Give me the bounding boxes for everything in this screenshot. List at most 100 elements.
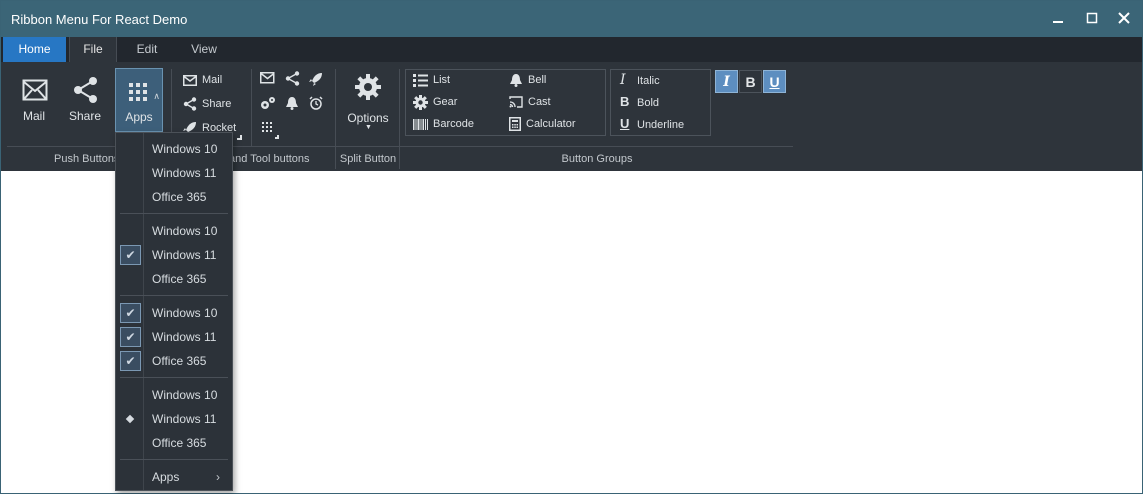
tool-mail-button[interactable] bbox=[260, 72, 278, 90]
maximize-icon bbox=[1086, 12, 1098, 24]
list-label: List bbox=[433, 74, 451, 86]
barcode-label: Barcode bbox=[433, 118, 474, 130]
check-icon: ✔ bbox=[120, 303, 141, 323]
menu-item-windows-11[interactable]: Windows 11 bbox=[116, 161, 232, 185]
tab-edit[interactable]: Edit bbox=[125, 37, 169, 62]
chevron-right-icon: › bbox=[216, 470, 220, 484]
gear-button[interactable]: Gear bbox=[413, 92, 457, 112]
title-bar: Ribbon Menu For React Demo bbox=[1, 1, 1142, 37]
check-icon: ✔ bbox=[120, 245, 141, 265]
italic-button[interactable]: I Italic bbox=[620, 70, 660, 90]
tool-alarm-button[interactable] bbox=[309, 96, 327, 114]
tool-gears-button[interactable] bbox=[260, 96, 278, 114]
check-icon: ✔ bbox=[120, 351, 141, 371]
menu-separator bbox=[120, 295, 228, 296]
group-separator bbox=[399, 69, 400, 169]
share-button[interactable]: Share bbox=[62, 69, 108, 131]
check-icon: ✔ bbox=[120, 327, 141, 347]
more-indicator-icon bbox=[275, 135, 279, 139]
italic-icon: I bbox=[620, 72, 626, 88]
barcode-button[interactable]: Barcode bbox=[413, 114, 474, 134]
underline-button[interactable]: U Underline bbox=[620, 114, 684, 134]
small-share-button[interactable]: Share bbox=[183, 94, 231, 114]
calculator-button[interactable]: Calculator bbox=[509, 114, 576, 134]
gear-icon bbox=[413, 94, 428, 110]
menu-item-office-365[interactable]: Office 365 bbox=[116, 185, 232, 209]
menu-item-label: Windows 10 bbox=[152, 224, 218, 238]
window-title: Ribbon Menu For React Demo bbox=[11, 12, 188, 27]
share-icon bbox=[183, 97, 197, 111]
apps-dropdown-menu: Windows 10 Windows 11 Office 365 Windows… bbox=[115, 132, 233, 491]
menu-item-windows-10[interactable]: Windows 10 bbox=[116, 219, 232, 243]
list-icon bbox=[413, 73, 428, 87]
bell-label: Bell bbox=[528, 74, 547, 86]
italic-toggle[interactable]: I bbox=[715, 70, 738, 93]
italic-label: Italic bbox=[637, 75, 660, 87]
mail-icon bbox=[183, 74, 197, 86]
menu-item-label: Windows 10 bbox=[152, 306, 218, 320]
group-label-push-buttons: Push Buttons bbox=[54, 153, 120, 165]
menu-item-office-365[interactable]: Office 365 bbox=[116, 431, 232, 455]
small-mail-label: Mail bbox=[202, 74, 223, 86]
menu-item-label: Windows 11 bbox=[152, 412, 217, 426]
tool-bell-button[interactable] bbox=[285, 96, 303, 114]
group-label-split-button: Split Button bbox=[339, 153, 397, 165]
mail-button-label: Mail bbox=[22, 109, 45, 123]
menu-separator bbox=[120, 377, 228, 378]
mail-button[interactable]: Mail bbox=[11, 69, 57, 131]
menu-item-windows-10[interactable]: Windows 10 bbox=[116, 383, 232, 407]
list-button[interactable]: List bbox=[413, 70, 450, 90]
underline-toggle[interactable]: U bbox=[763, 70, 786, 93]
underline-icon: U bbox=[620, 116, 630, 131]
menu-item-windows-10[interactable]: Windows 10 bbox=[116, 137, 232, 161]
menu-item-label: Office 365 bbox=[152, 436, 207, 450]
bell-icon bbox=[510, 74, 522, 88]
caret-down-icon: ▼ bbox=[365, 124, 372, 131]
menu-item-office-365-checked[interactable]: ✔ Office 365 bbox=[116, 349, 232, 373]
menu-item-windows-11-checked[interactable]: ✔ Windows 11 bbox=[116, 325, 232, 349]
calculator-icon bbox=[509, 117, 521, 132]
menu-item-label: Office 365 bbox=[152, 354, 207, 368]
tab-file[interactable]: File bbox=[69, 37, 117, 62]
close-button[interactable] bbox=[1113, 9, 1135, 29]
tool-rocket-button[interactable] bbox=[309, 72, 327, 90]
menu-item-label: Apps bbox=[152, 470, 180, 484]
tab-home[interactable]: Home bbox=[3, 37, 66, 62]
apps-grid-icon bbox=[262, 122, 272, 132]
cast-label: Cast bbox=[528, 96, 551, 108]
bold-icon: B bbox=[620, 94, 630, 109]
bold-toggle[interactable]: B bbox=[739, 70, 762, 93]
group-label-button-groups: Button Groups bbox=[561, 153, 633, 165]
share-icon bbox=[74, 77, 97, 103]
maximize-button[interactable] bbox=[1081, 9, 1103, 29]
mail-icon bbox=[22, 79, 48, 101]
menu-item-label: Windows 11 bbox=[152, 330, 217, 344]
menu-item-windows-11-checked[interactable]: ✔ Windows 11 bbox=[116, 243, 232, 267]
menu-item-office-365[interactable]: Office 365 bbox=[116, 267, 232, 291]
menu-item-windows-10-checked[interactable]: ✔ Windows 10 bbox=[116, 301, 232, 325]
cast-icon bbox=[509, 96, 523, 108]
cast-button[interactable]: Cast bbox=[509, 92, 551, 112]
bold-button[interactable]: B Bold bbox=[620, 92, 659, 112]
options-split-button[interactable]: Options ▼ bbox=[343, 69, 393, 131]
alarm-clock-icon bbox=[309, 96, 323, 110]
close-icon bbox=[1118, 12, 1130, 24]
small-share-label: Share bbox=[202, 98, 232, 110]
tool-share-button[interactable] bbox=[285, 71, 303, 89]
group-separator bbox=[251, 69, 252, 146]
menu-separator bbox=[120, 459, 228, 460]
menu-item-apps-submenu[interactable]: Apps › bbox=[116, 465, 232, 489]
bell-button[interactable]: Bell bbox=[509, 70, 546, 90]
menu-separator bbox=[120, 213, 228, 214]
small-mail-button[interactable]: Mail bbox=[183, 70, 222, 90]
menu-item-label: Office 365 bbox=[152, 190, 207, 204]
tab-view[interactable]: View bbox=[181, 37, 227, 62]
menu-item-label: Windows 11 bbox=[152, 248, 217, 262]
apps-button[interactable]: ∧ Apps bbox=[115, 68, 163, 132]
minimize-button[interactable] bbox=[1047, 9, 1069, 29]
group-separator bbox=[335, 69, 336, 169]
chevron-up-icon: ∧ bbox=[153, 91, 160, 101]
menu-item-windows-11-selected[interactable]: Windows 11 bbox=[116, 407, 232, 431]
bell-icon bbox=[286, 97, 298, 110]
options-button-label: Options bbox=[347, 111, 389, 125]
